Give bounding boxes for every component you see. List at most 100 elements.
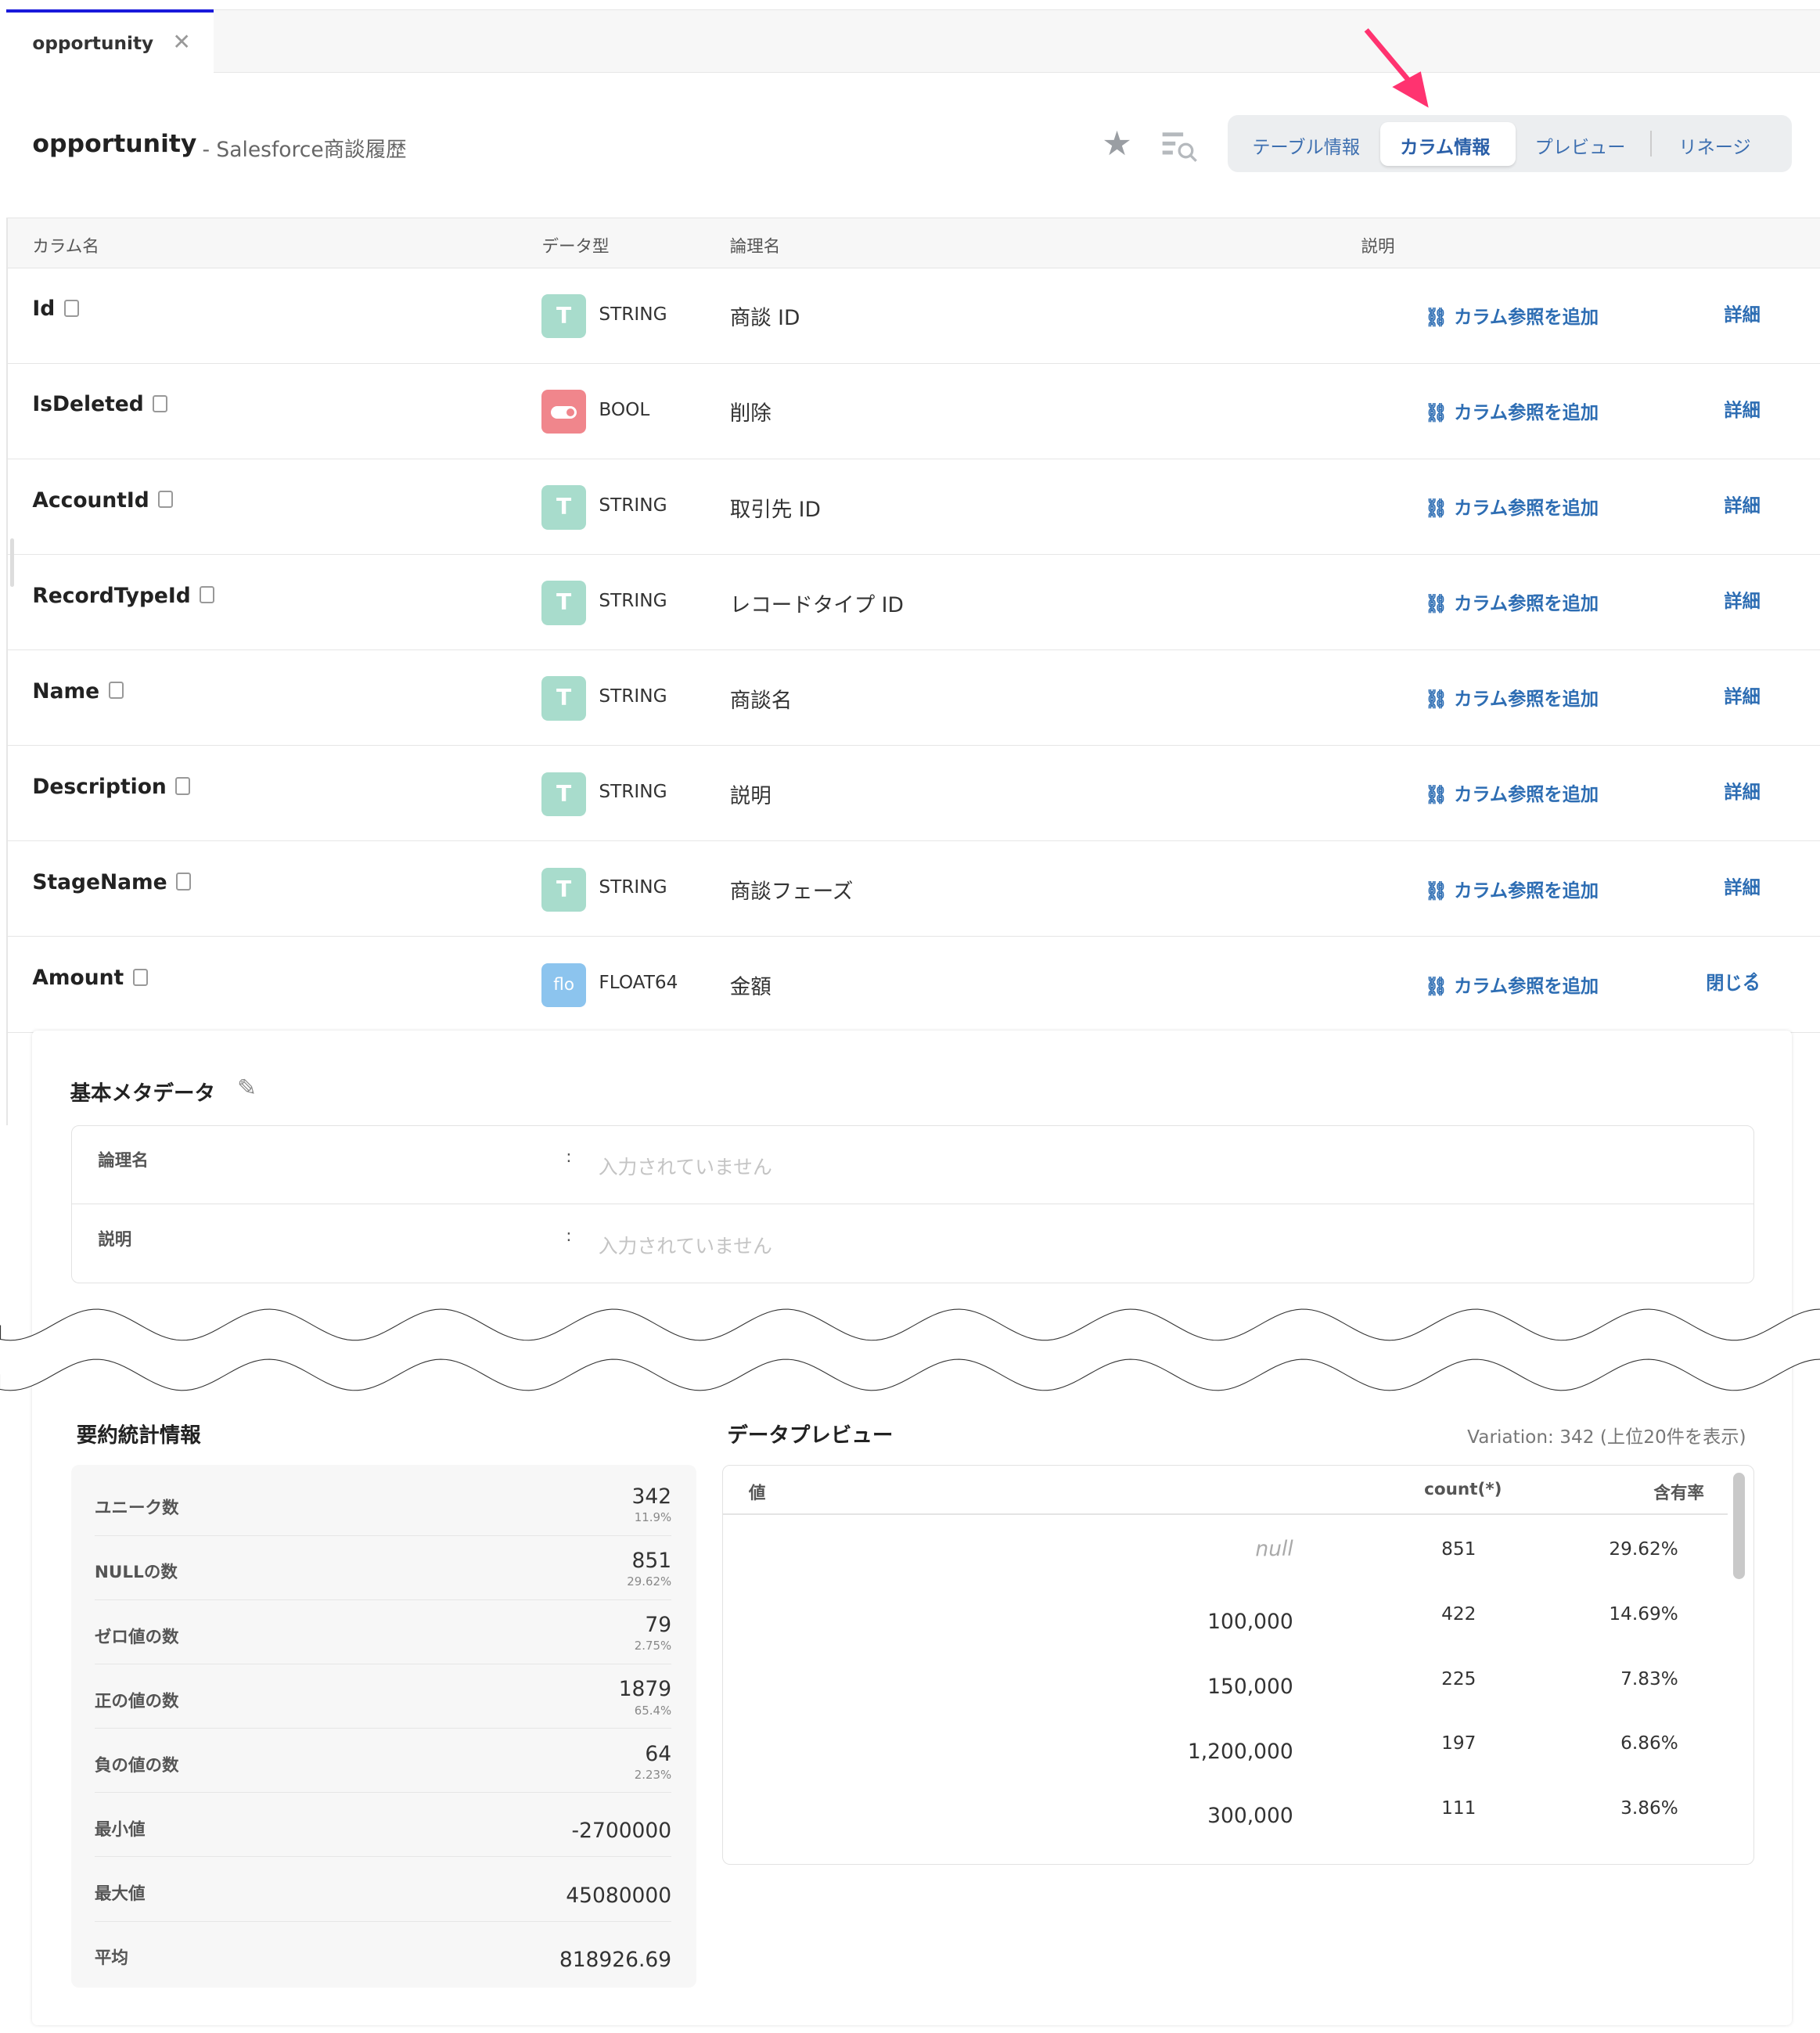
copy-clipboard-icon[interactable]	[176, 873, 192, 891]
add-column-reference-link[interactable]: ⛓ カラム参照を追加	[1425, 588, 1599, 615]
column-name: RecordTypeId	[32, 584, 215, 608]
column-row: AccountId T STRING 取引先 ID ⛓ カラム参照を追加 詳細 …	[6, 459, 1820, 556]
column-row: Id T STRING 商談 ID ⛓ カラム参照を追加 詳細 ⌄	[6, 268, 1820, 364]
preview-value: 100,000	[1207, 1609, 1293, 1634]
add-column-reference-link[interactable]: ⛓ カラム参照を追加	[1425, 493, 1599, 520]
copy-clipboard-icon[interactable]	[158, 491, 174, 509]
data-type: FLOAT64	[599, 972, 678, 994]
column-name: Description	[32, 775, 191, 799]
tab-lineage[interactable]: リネージ	[1678, 132, 1750, 159]
stat-label: 正の値の数	[94, 1691, 179, 1711]
data-type: STRING	[599, 876, 667, 898]
metadata-value[interactable]: 入力されていません	[599, 1231, 772, 1259]
preview-row: 1,200,000 197 6.86%	[723, 1718, 1728, 1783]
data-type: STRING	[599, 303, 667, 325]
data-type: BOOL	[599, 398, 650, 420]
tab-opportunity[interactable]: opportunity ✕	[6, 9, 214, 73]
chevron-up-icon[interactable]: ⌃	[1747, 970, 1761, 988]
link-icon: ⛓	[1424, 402, 1455, 424]
copy-clipboard-icon[interactable]	[132, 968, 148, 986]
type-badge-icon: T	[541, 867, 586, 912]
link-label: カラム参照を追加	[1454, 498, 1599, 520]
header-count: count(*)	[1424, 1480, 1502, 1500]
column-row: RecordTypeId T STRING レコードタイプ ID ⛓ カラム参照…	[6, 555, 1820, 651]
stat-value: 45080000	[566, 1883, 672, 1908]
logical-name: 金額	[729, 975, 772, 1000]
column-row: StageName T STRING 商談フェーズ ⛓ カラム参照を追加 詳細 …	[6, 842, 1820, 937]
search-list-icon[interactable]	[1161, 130, 1200, 164]
add-column-reference-link[interactable]: ⛓ カラム参照を追加	[1425, 398, 1599, 424]
link-icon: ⛓	[1424, 306, 1455, 328]
column-name-text: StageName	[32, 869, 167, 894]
bool-type-icon	[541, 390, 586, 434]
column-name: IsDeleted	[32, 392, 168, 417]
copy-clipboard-icon[interactable]	[108, 682, 124, 700]
chevron-down-icon[interactable]: ⌄	[1747, 683, 1761, 701]
chevron-down-icon[interactable]: ⌄	[1747, 874, 1761, 892]
stat-row: 正の値の数 1879 65.4%	[94, 1664, 672, 1729]
preview-value: 150,000	[1207, 1674, 1293, 1699]
type-badge-icon: T	[541, 485, 586, 530]
copy-clipboard-icon[interactable]	[175, 777, 191, 795]
data-type: STRING	[599, 589, 667, 611]
preview-ratio: 14.69%	[1609, 1603, 1678, 1625]
preview-row: 300,000 111 3.86%	[723, 1783, 1728, 1848]
preview-scrollbar[interactable]	[1733, 1473, 1745, 1579]
stat-row: 最大値 45080000	[94, 1857, 672, 1922]
stats-box: ユニーク数 342 11.9% NULLの数 851 29.62% ゼロ値の数 79…	[71, 1465, 696, 1988]
stat-value: 851	[631, 1549, 672, 1574]
column-name-text: AccountId	[32, 488, 149, 513]
chevron-down-icon[interactable]: ⌄	[1747, 588, 1761, 606]
header-value: 値	[748, 1484, 766, 1504]
add-column-reference-link[interactable]: ⛓ カラム参照を追加	[1425, 971, 1599, 998]
stat-label: 最大値	[94, 1884, 146, 1905]
add-column-reference-link[interactable]: ⛓ カラム参照を追加	[1425, 684, 1599, 711]
logical-name: 削除	[729, 401, 772, 426]
scrollbar[interactable]	[10, 538, 15, 588]
metadata-value[interactable]: 入力されていません	[599, 1152, 772, 1180]
column-name-text: IsDeleted	[32, 392, 144, 417]
stat-label: 最小値	[94, 1820, 146, 1840]
stat-percent: 11.9%	[634, 1510, 672, 1525]
chevron-down-icon[interactable]: ⌄	[1747, 779, 1761, 797]
tab-table-info[interactable]: テーブル情報	[1252, 132, 1360, 159]
chevron-down-icon[interactable]: ⌄	[1747, 396, 1761, 414]
add-column-reference-link[interactable]: ⛓ カラム参照を追加	[1425, 779, 1599, 806]
header-divider	[722, 1513, 1728, 1516]
type-badge-icon: T	[541, 581, 586, 625]
logical-name: 説明	[729, 783, 772, 808]
copy-clipboard-icon[interactable]	[153, 394, 168, 413]
copy-clipboard-icon[interactable]	[63, 299, 79, 318]
stat-row: 平均 818926.69	[95, 1922, 671, 1985]
stat-value: 79	[645, 1613, 672, 1638]
column-name-text: Amount	[32, 966, 124, 991]
add-column-reference-link[interactable]: ⛓ カラム参照を追加	[1425, 302, 1599, 329]
chevron-down-icon[interactable]: ⌄	[1747, 492, 1761, 510]
preview-row: 0 79 2.75%	[723, 1848, 1728, 1864]
logical-name: レコードタイプ ID	[729, 592, 904, 617]
close-icon[interactable]: ✕	[172, 29, 191, 55]
preview-row: null 851 29.62%	[723, 1524, 1728, 1589]
preview-value: null	[1255, 1537, 1293, 1562]
tab-column-info[interactable]: カラム情報	[1400, 132, 1490, 159]
link-label: カラム参照を追加	[1454, 784, 1599, 806]
page-title: opportunity	[32, 129, 197, 158]
type-badge-icon: flo	[541, 963, 586, 1008]
preview-ratio: 6.86%	[1620, 1733, 1678, 1754]
add-column-reference-link[interactable]: ⛓ カラム参照を追加	[1425, 876, 1599, 902]
header-data-type: データ型	[541, 236, 610, 257]
star-icon[interactable]: ★	[1102, 124, 1132, 164]
tab-preview[interactable]: プレビュー	[1535, 132, 1626, 159]
chevron-down-icon[interactable]: ⌄	[1747, 300, 1761, 318]
stat-label: NULLの数	[94, 1563, 178, 1583]
link-label: カラム参照を追加	[1454, 402, 1599, 424]
edit-pencil-icon[interactable]: ✎	[237, 1074, 257, 1102]
link-label: カラム参照を追加	[1454, 306, 1599, 328]
type-badge-icon: T	[541, 772, 586, 816]
preview-ratio: 7.83%	[1620, 1668, 1678, 1689]
metadata-row-description: 説明 : 入力されていません	[72, 1205, 1753, 1283]
copy-clipboard-icon[interactable]	[200, 586, 215, 604]
type-badge-icon: T	[541, 676, 586, 721]
type-badge-icon: T	[541, 294, 586, 339]
header-logical-name: 論理名	[729, 236, 781, 257]
